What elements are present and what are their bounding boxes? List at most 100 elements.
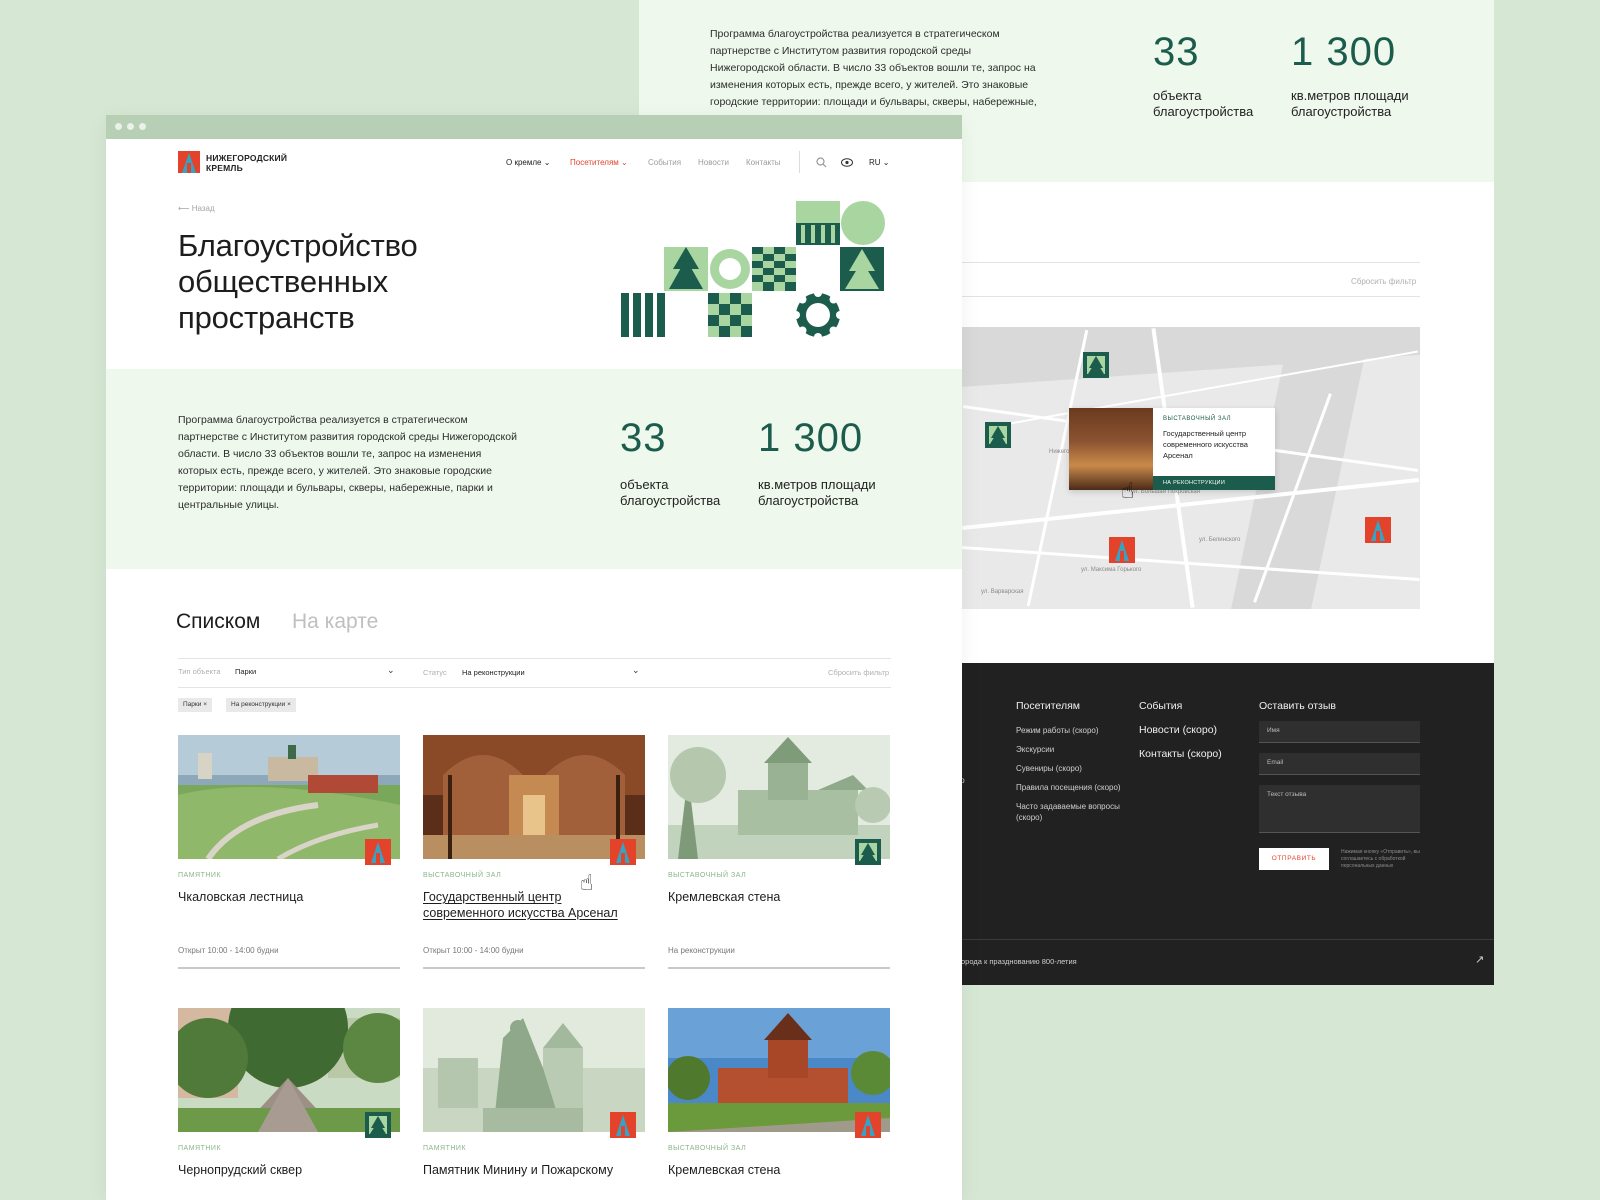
- stat-value-area: 1 300: [758, 416, 864, 460]
- nav-visitors[interactable]: Посетителям ⌄: [570, 158, 628, 167]
- kremlin-logo-icon[interactable]: [178, 151, 200, 173]
- tree-pin-icon[interactable]: [1083, 352, 1109, 378]
- object-card[interactable]: ПАМЯТНИК Чернопрудский сквер: [178, 1008, 400, 1188]
- object-card[interactable]: ПАМЯТНИК Чкаловская лестница Открыт 10:0…: [178, 735, 400, 975]
- footer-news-link[interactable]: Новости (скоро): [1139, 724, 1217, 736]
- nav-news[interactable]: Новости: [698, 158, 729, 167]
- stat-value-area-back: 1 300: [1291, 30, 1397, 74]
- send-feedback-button[interactable]: ОТПРАВИТЬ: [1259, 848, 1329, 870]
- stat-value-objects-back: 33: [1153, 30, 1200, 74]
- object-card[interactable]: ВЫСТАВОЧНЫЙ ЗАЛ Государственный центр со…: [423, 735, 645, 975]
- filter-divider-bottom: [178, 687, 891, 688]
- footer-link[interactable]: Часто задаваемые вопросы (скоро): [1016, 801, 1131, 823]
- map-label-street-2: ул. Максима Горького: [1081, 567, 1142, 573]
- feedback-email-field[interactable]: Email: [1259, 753, 1420, 775]
- logo-text[interactable]: НИЖЕГОРОДСКИЙ КРЕМЛЬ: [206, 153, 287, 173]
- card-kind: ПАМЯТНИК: [423, 1145, 467, 1152]
- map-popup-image: [1069, 408, 1153, 490]
- site-footer: ого ) Посетителям Режим работы (скоро) Э…: [953, 663, 1494, 985]
- footer-link[interactable]: Правила посещения (скоро): [1016, 782, 1121, 793]
- map-popup-kicker: ВЫСТАВОЧНЫЙ ЗАЛ: [1163, 416, 1232, 422]
- tree-pin-icon[interactable]: [985, 422, 1011, 448]
- feedback-text-field[interactable]: Текст отзыва: [1259, 785, 1420, 833]
- reset-filter-link[interactable]: Сбросить фильтр: [828, 668, 889, 677]
- nav-contacts[interactable]: Контакты: [746, 158, 781, 167]
- external-arrow-icon[interactable]: ↗: [1475, 953, 1484, 966]
- tree-badge-icon: [365, 1112, 391, 1138]
- object-card[interactable]: ВЫСТАВОЧНЫЙ ЗАЛ Кремлевская стена На рек…: [668, 735, 890, 975]
- accessibility-eye-icon[interactable]: [841, 158, 853, 167]
- stat-caption-objects: объекта благоустройства: [620, 477, 721, 508]
- privacy-note: Нажимая кнопку «Отправить», вы соглашает…: [1341, 849, 1420, 869]
- nav-events[interactable]: События: [648, 158, 681, 167]
- footer-link[interactable]: Сувениры (скоро): [1016, 763, 1082, 774]
- kremlin-badge-icon: [610, 1112, 636, 1138]
- card-title[interactable]: Чернопрудский сквер: [178, 1162, 400, 1178]
- kremlin-badge-icon: [610, 839, 636, 865]
- filter-divider-top: [178, 658, 891, 659]
- decorative-pattern-illustration: [621, 201, 885, 337]
- tab-map[interactable]: На карте: [292, 610, 378, 634]
- footer-divider: [961, 939, 1494, 940]
- card-title[interactable]: Кремлевская стена: [668, 1162, 890, 1178]
- object-card[interactable]: ВЫСТАВОЧНЫЙ ЗАЛ Кремлевская стена: [668, 1008, 890, 1188]
- tab-list[interactable]: Списком: [176, 610, 260, 634]
- chevron-down-icon[interactable]: ⌄: [387, 665, 395, 676]
- site-header: НИЖЕГОРОДСКИЙ КРЕМЛЬ О кремле ⌄ Посетител…: [106, 139, 962, 189]
- footer-contacts-link[interactable]: Контакты (скоро): [1139, 748, 1222, 760]
- map-label-street-3: ул. Белинского: [1199, 537, 1241, 543]
- tree-badge-icon: [855, 839, 881, 865]
- feedback-name-field[interactable]: Имя: [1259, 721, 1420, 743]
- back-link[interactable]: ⟵ Назад: [178, 204, 215, 213]
- card-kind: ВЫСТАВОЧНЫЙ ЗАЛ: [668, 1145, 747, 1152]
- hand-cursor-icon: ☝: [580, 870, 594, 895]
- window-dot[interactable]: [139, 123, 146, 130]
- card-title[interactable]: Чкаловская лестница: [178, 889, 400, 905]
- card-kind: ПАМЯТНИК: [178, 872, 222, 879]
- kremlin-badge-icon: [365, 839, 391, 865]
- footer-events-link[interactable]: События: [1139, 700, 1182, 712]
- language-selector[interactable]: RU ⌄: [869, 158, 890, 167]
- map-popup-card[interactable]: ВЫСТАВОЧНЫЙ ЗАЛ Государственный центр со…: [1069, 408, 1275, 490]
- stat-caption-objects-back: объекта благоустройства: [1153, 88, 1254, 119]
- card-underline: [668, 967, 890, 969]
- feedback-heading: Оставить отзыв: [1259, 700, 1336, 712]
- footer-bottom-text: орода к празднованию 800-летия: [961, 957, 1077, 966]
- card-title[interactable]: Памятник Минину и Пожарскому: [423, 1162, 645, 1178]
- filter-chip[interactable]: Парки ×: [178, 698, 212, 712]
- type-filter-select[interactable]: Парки: [235, 667, 256, 676]
- close-icon[interactable]: ×: [203, 701, 207, 708]
- card-kind: ВЫСТАВОЧНЫЙ ЗАЛ: [423, 872, 502, 879]
- hand-cursor-icon: ☝: [1121, 478, 1135, 503]
- card-underline: [423, 967, 645, 969]
- window-dot[interactable]: [115, 123, 122, 130]
- filter-chip[interactable]: На реконструкции ×: [226, 698, 296, 712]
- filter-divider-top: [961, 262, 1420, 263]
- card-hours: Открыт 10:00 - 14:00 будни: [178, 946, 279, 955]
- footer-visitors-heading[interactable]: Посетителям: [1016, 700, 1080, 712]
- window-dot[interactable]: [127, 123, 134, 130]
- chevron-down-icon[interactable]: ⌄: [632, 665, 640, 676]
- footer-link[interactable]: Экскурсии: [1016, 744, 1054, 755]
- page-title: Благоустройство общественных пространств: [178, 228, 418, 335]
- close-icon[interactable]: ×: [287, 701, 291, 708]
- nav-about[interactable]: О кремле ⌄: [506, 158, 550, 167]
- card-title[interactable]: Кремлевская стена: [668, 889, 890, 905]
- status-filter-select[interactable]: На реконструкции: [462, 668, 525, 677]
- main-page-window: НИЖЕГОРОДСКИЙ КРЕМЛЬ О кремле ⌄ Посетител…: [106, 115, 962, 1200]
- filter-divider-bottom: [961, 296, 1420, 297]
- map-popup-status-button[interactable]: НА РЕКОНСТРУКЦИИ: [1153, 476, 1275, 490]
- reset-filter-link-back[interactable]: Сбросить фильтр: [1351, 277, 1416, 286]
- object-card[interactable]: ПАМЯТНИК Памятник Минину и Пожарскому: [423, 1008, 645, 1188]
- card-title[interactable]: Государственный центр современного искус…: [423, 889, 645, 921]
- intro-text: Программа благоустройства реализуется в …: [178, 414, 517, 511]
- kremlin-pin-icon[interactable]: [1365, 517, 1391, 543]
- card-underline: [178, 967, 400, 969]
- kremlin-badge-icon: [855, 1112, 881, 1138]
- stat-caption-area: кв.метров площади благоустройства: [758, 477, 876, 508]
- kremlin-pin-icon[interactable]: [1109, 537, 1135, 563]
- nav-separator: [799, 151, 800, 173]
- search-icon[interactable]: [816, 157, 827, 168]
- footer-link[interactable]: Режим работы (скоро): [1016, 725, 1099, 736]
- stat-value-objects: 33: [620, 416, 667, 460]
